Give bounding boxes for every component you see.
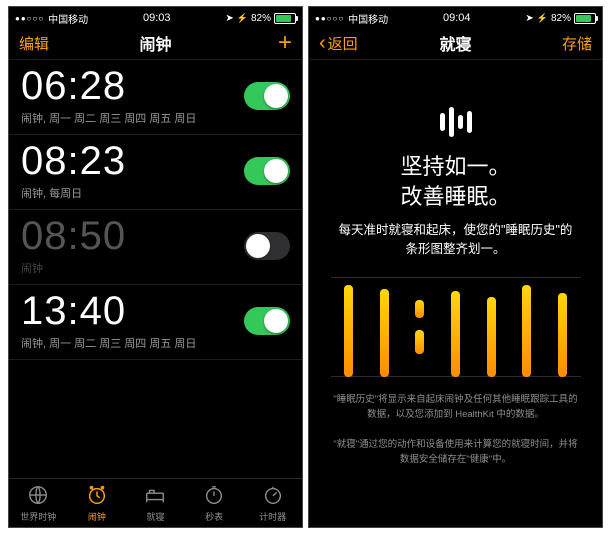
add-alarm-button[interactable]: +: [242, 31, 292, 55]
chart-bar: [522, 277, 532, 377]
alarm-toggle[interactable]: [244, 82, 290, 110]
edit-button[interactable]: 编辑: [19, 33, 69, 54]
chart-bar: [343, 277, 353, 377]
status-bar: ●●○○○ 中国移动 09:03 ➤ ⚡ 82%: [9, 7, 302, 27]
alarm-time: 08:50: [21, 216, 126, 256]
alarm-time: 06:28: [21, 66, 196, 106]
timer-icon: [262, 484, 284, 508]
alarm-row[interactable]: 13:40 闹钟, 周一 周二 周三 周四 周五 周日: [9, 285, 302, 360]
alarm-list: 06:28闹钟, 周一 周二 周三 周四 周五 周日08:23闹钟, 每周日08…: [9, 60, 302, 360]
alarm-time: 13:40: [21, 291, 196, 331]
battery-fill: [576, 15, 591, 22]
toggle-knob: [264, 159, 288, 183]
bluetooth-icon: ⚡: [537, 13, 548, 24]
location-icon: ➤: [225, 13, 233, 24]
sleep-icon: [144, 484, 166, 508]
alarm-toggle[interactable]: [244, 232, 290, 260]
back-button[interactable]: ‹ 返回: [319, 32, 369, 55]
bedtime-onboarding: 坚持如一。 改善睡眠。 每天准时就寝和起床，使您的"睡眠历史"的条形图整齐划一。…: [309, 60, 602, 468]
tab-label: 计时器: [259, 510, 286, 523]
status-bar: ●●○○○ 中国移动 09:04 ➤ ⚡ 82%: [309, 7, 602, 27]
alarm-row[interactable]: 06:28 闹钟, 周一 周二 周三 周四 周五 周日: [9, 60, 302, 135]
page-title: 闹钟: [69, 31, 242, 55]
toggle-knob: [264, 84, 288, 108]
chevron-left-icon: ‹: [319, 32, 326, 55]
pulse-icon: [440, 102, 472, 142]
footnote-2: "就寝"通过您的动作和设备使用来计算您的就寝时间，并将数据安全储存在"健康"中。: [329, 438, 582, 467]
phone-left: ●●○○○ 中国移动 09:03 ➤ ⚡ 82% 编辑 闹钟 + 06:28 闹钟…: [8, 6, 303, 528]
tab-bar: 世界时钟 闹钟 就寝 秒表 计时器: [9, 478, 302, 527]
alarm-sub: 闹钟, 每周日: [21, 185, 126, 201]
nav-bar: ‹ 返回 就寝 存储: [309, 27, 602, 60]
tab-label: 世界时钟: [20, 510, 56, 523]
chart-bar: [415, 277, 425, 377]
status-time: 09:03: [88, 12, 225, 24]
phone-right: ●●○○○ 中国移动 09:04 ➤ ⚡ 82% ‹ 返回 就寝 存储 坚持如一…: [308, 6, 603, 528]
carrier-label: 中国移动: [348, 11, 388, 26]
tab-label: 秒表: [205, 510, 223, 523]
signal-dots-icon: ●●○○○: [315, 14, 344, 23]
footnote-1: "睡眠历史"将显示来自起床闹钟及任何其他睡眠跟踪工具的数据，以及您添加到 Hea…: [329, 393, 582, 422]
hero-desc: 每天准时就寝和起床，使您的"睡眠历史"的条形图整齐划一。: [329, 221, 582, 259]
battery-icon: [274, 13, 296, 24]
location-icon: ➤: [525, 13, 533, 24]
carrier-label: 中国移动: [48, 11, 88, 26]
chart-bar: [450, 277, 460, 377]
plus-icon: +: [278, 31, 292, 55]
nav-bar: 编辑 闹钟 +: [9, 27, 302, 60]
status-time: 09:04: [388, 12, 525, 24]
hero-line-2: 改善睡眠。: [400, 182, 510, 212]
chart-bar: [558, 277, 568, 377]
alarm-sub: 闹钟, 周一 周二 周三 周四 周五 周日: [21, 335, 196, 351]
chart-bar: [486, 277, 496, 377]
alarm-row[interactable]: 08:23 闹钟, 每周日: [9, 135, 302, 210]
alarm-toggle[interactable]: [244, 307, 290, 335]
hero-line-1: 坚持如一。: [400, 152, 510, 182]
bluetooth-icon: ⚡: [237, 13, 248, 24]
chart-bar: [379, 277, 389, 377]
tab-sleep[interactable]: 就寝: [126, 479, 185, 527]
sleep-history-chart: [331, 277, 581, 377]
battery-icon: [574, 13, 596, 24]
tab-timer[interactable]: 计时器: [243, 479, 302, 527]
world-icon: [27, 484, 49, 508]
battery-pct: 82%: [551, 13, 571, 24]
stop-icon: [203, 484, 225, 508]
toggle-knob: [246, 234, 270, 258]
battery-pct: 82%: [251, 13, 271, 24]
alarm-icon: [86, 484, 108, 508]
signal-dots-icon: ●●○○○: [15, 14, 44, 23]
page-title: 就寝: [369, 31, 542, 55]
toggle-knob: [264, 309, 288, 333]
alarm-time: 08:23: [21, 141, 126, 181]
tab-alarm[interactable]: 闹钟: [68, 479, 127, 527]
tab-label: 闹钟: [88, 510, 106, 523]
alarm-row[interactable]: 08:50 闹钟: [9, 210, 302, 285]
alarm-sub: 闹钟, 周一 周二 周三 周四 周五 周日: [21, 110, 196, 126]
save-button[interactable]: 存储: [542, 33, 592, 54]
tab-stop[interactable]: 秒表: [185, 479, 244, 527]
battery-fill: [276, 15, 291, 22]
alarm-toggle[interactable]: [244, 157, 290, 185]
alarm-sub: 闹钟: [21, 260, 126, 276]
tab-world[interactable]: 世界时钟: [9, 479, 68, 527]
tab-label: 就寝: [146, 510, 164, 523]
